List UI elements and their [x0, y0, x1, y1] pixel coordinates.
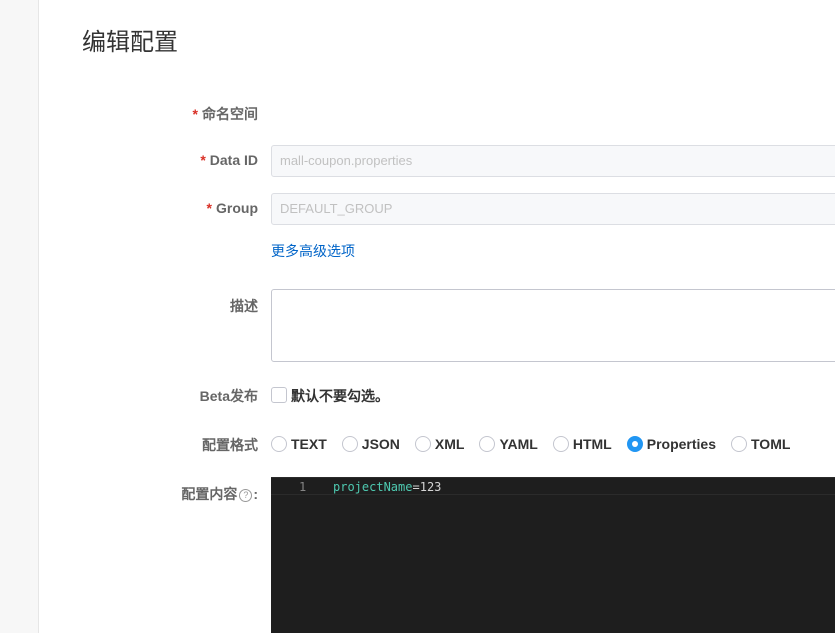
format-option-properties[interactable]: Properties [626, 436, 716, 452]
format-option-html[interactable]: HTML [552, 436, 612, 452]
page-title: 编辑配置 [82, 29, 178, 56]
code-value: 123 [419, 480, 442, 494]
format-option-label: JSON [361, 436, 400, 452]
namespace-label-text: 命名空间 [202, 106, 258, 122]
data-id-input[interactable]: mall-coupon.properties [271, 145, 835, 177]
format-option-json[interactable]: JSON [341, 436, 400, 452]
advanced-options-link[interactable]: 更多高级选项 [271, 241, 355, 261]
code-editor[interactable]: 1 projectName=123 [271, 477, 835, 633]
radio-checked-icon [626, 436, 643, 452]
format-option-xml[interactable]: XML [414, 436, 465, 452]
group-label: * Group [207, 200, 258, 216]
format-option-label: Properties [646, 436, 716, 452]
group-label-text: Group [216, 200, 258, 216]
radio-circle-icon [479, 436, 496, 452]
code-equals: = [412, 480, 420, 494]
format-option-label: YAML [499, 436, 538, 452]
format-option-text[interactable]: TEXT [271, 436, 327, 452]
data-id-label-text: Data ID [209, 152, 258, 168]
namespace-label: * 命名空间 [193, 104, 258, 124]
content-label-colon: : [253, 486, 258, 502]
format-option-label: TOML [751, 436, 791, 452]
required-mark: * [200, 152, 206, 168]
radio-circle-icon [731, 436, 747, 452]
content-label-text: 配置内容 [181, 486, 238, 502]
format-option-label: XML [434, 436, 465, 452]
format-option-label: TEXT [291, 436, 327, 452]
beta-checkbox[interactable] [271, 387, 287, 403]
radio-circle-icon [414, 436, 431, 452]
required-mark: * [206, 200, 212, 216]
description-label: 描述 [230, 298, 258, 314]
format-option-yaml[interactable]: YAML [479, 436, 538, 452]
content-label: 配置内容?: [181, 484, 258, 504]
data-id-label: * Data ID [200, 152, 258, 168]
line-number: 1 [299, 480, 307, 494]
beta-checkbox-label[interactable]: 默认不要勾选。 [291, 386, 389, 406]
radio-circle-icon [271, 436, 287, 452]
format-option-toml[interactable]: TOML [731, 436, 790, 452]
code-line[interactable]: projectName=123 [333, 480, 441, 494]
radio-circle-icon [341, 436, 358, 452]
editor-active-line: 1 projectName=123 [271, 477, 835, 495]
radio-circle-icon [552, 436, 569, 452]
beta-label: Beta发布 [199, 388, 258, 404]
help-icon[interactable]: ? [239, 488, 253, 502]
left-rail [0, 0, 39, 633]
format-option-label: HTML [572, 436, 612, 452]
code-key: projectName [333, 480, 413, 494]
format-radio-group: TEXT JSON XML YAML HTML Properties TOML [271, 434, 805, 454]
description-textarea[interactable] [271, 289, 835, 362]
required-mark: * [192, 106, 198, 122]
group-input[interactable]: DEFAULT_GROUP [271, 193, 835, 225]
format-label: 配置格式 [202, 437, 258, 453]
